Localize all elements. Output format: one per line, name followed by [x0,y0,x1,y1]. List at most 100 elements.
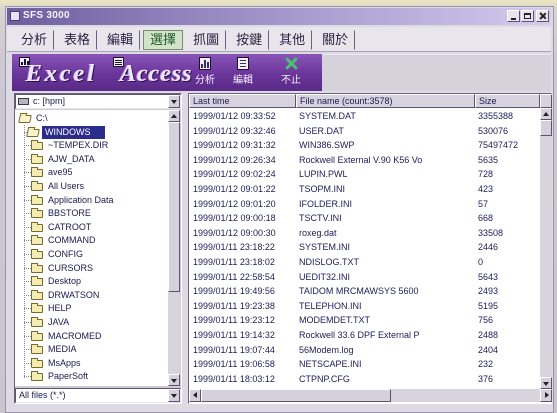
tree-item-label: MsApps [48,357,81,368]
tree-item[interactable]: PaperSoft [15,370,165,383]
tab-select[interactable]: 選擇 [143,30,184,50]
tree-item[interactable]: All Users [15,180,165,193]
file-row[interactable]: 1999/01/11 22:58:54 UEDIT32.INI 5643 [189,270,540,284]
file-filter-select[interactable]: All files (*.*) [15,388,181,403]
access-logo-button[interactable]: Access [120,61,193,87]
column-header-size[interactable]: Size [475,94,540,108]
drive-select[interactable]: c: [hpm] [15,94,181,109]
list-horizontal-scrollbar[interactable] [189,389,552,402]
folder-open-icon [26,128,40,137]
scroll-up-button[interactable] [540,108,552,120]
file-name: SYSTEM.DAT [299,111,356,121]
filter-dropdown-button[interactable] [168,389,180,402]
title-bar[interactable] [7,8,551,25]
scroll-right-button[interactable] [540,389,552,402]
file-row[interactable]: 1999/01/11 19:06:58 NETSCAPE.INI 232 [189,357,540,371]
column-header-last-time[interactable]: Last time [189,94,296,108]
file-row[interactable]: 1999/01/11 19:14:32 Rockwell 33.6 DPF Ext… [189,328,540,342]
tree-vertical-scrollbar[interactable] [168,110,180,386]
file-row[interactable]: 1999/01/11 19:07:44 56Modem.log 2404 [189,343,540,357]
file-row[interactable]: 1999/01/12 09:01:22 TSOPM.INI 423 [189,182,540,196]
file-name: 56Modem.log [299,344,354,355]
tree-item[interactable]: ave95 [15,166,165,179]
tree-item[interactable]: HELP [15,302,165,315]
file-row[interactable]: 1999/01/12 09:00:18 TSCTV.INI 668 [189,211,540,225]
file-row[interactable]: 1999/01/11 23:18:22 SYSTEM.INI 2446 [189,240,540,254]
tree-item-label: AJW_DATA [48,153,95,164]
tab-other[interactable]: 其他 [272,30,313,50]
tree-item[interactable]: COMMAND [15,234,165,247]
tree-item-label: Application Data [48,194,114,205]
file-row[interactable]: 1999/01/11 19:23:38 TELEPHON.INI 5195 [189,299,540,313]
tab-analysis[interactable]: 分析 [14,30,55,50]
tab-about[interactable]: 關於 [315,30,356,50]
analyze-button[interactable]: 分析 [190,56,220,90]
tree-item[interactable]: Application Data [15,194,165,207]
folder-icon [31,249,43,259]
file-name: WIN386.SWP [299,140,355,151]
file-last-time: 1999/01/12 09:02:24 [193,169,276,180]
file-row[interactable]: 1999/01/11 23:18:02 NDISLOG.TXT 0 [189,255,540,269]
tree-item[interactable]: MEDIA [15,343,165,356]
scroll-thumb[interactable] [540,120,552,136]
scroll-left-button[interactable] [189,389,201,402]
minimize-button[interactable] [507,10,520,22]
file-row[interactable]: 1999/01/12 09:26:34 Rockwell External V.9… [189,153,540,167]
tree-item[interactable]: BBSTORE [15,207,165,220]
tree-item[interactable]: WINDOWS [15,125,165,139]
scroll-down-button[interactable] [168,374,180,386]
file-row[interactable]: 1999/01/11 19:49:56 TAIDOM MRCMAWSYS 5600… [189,284,540,298]
file-row[interactable]: 1999/01/12 09:02:24 LUPIN.PWL 728 [189,167,540,181]
tree-connector [24,349,31,351]
tree-connector [24,172,31,174]
tree-item[interactable]: CURSORS [15,262,165,275]
list-vertical-scrollbar[interactable] [540,108,552,389]
file-last-time: 1999/01/12 09:26:34 [193,154,276,165]
tree-item-label: MEDIA [48,344,77,355]
tree-item-label: WINDOWS [42,125,105,139]
tree-item[interactable]: CATROOT [15,221,165,234]
tab-capture[interactable]: 抓圖 [186,30,227,50]
scroll-thumb[interactable] [168,122,180,292]
drive-select-value: c: [hpm] [33,96,66,106]
file-list[interactable]: 1999/01/12 09:33:52 SYSTEM.DAT 3355388 1999… [189,109,540,388]
drive-icon [18,98,29,105]
drive-dropdown-button[interactable] [168,95,180,108]
menu-tabs: 分析 表格 編輯 選擇 抓圖 按鍵 其他 關於 [14,30,358,50]
file-last-time: 1999/01/11 19:23:12 [193,315,275,326]
tab-table[interactable]: 表格 [57,30,98,50]
tab-edit[interactable]: 編輯 [100,30,141,50]
tree-item[interactable]: DRWATSON [15,289,165,302]
tree-item[interactable]: ~TEMPEX.DIR [15,139,165,152]
maximize-button[interactable] [521,10,534,22]
tree-item[interactable]: MACROMED [15,330,165,343]
tree-item[interactable]: MsApps [15,357,165,370]
file-row[interactable]: 1999/01/12 09:01:20 IFOLDER.INI 57 [189,197,540,211]
file-last-time: 1999/01/12 09:00:18 [193,213,276,224]
close-button[interactable] [536,10,549,22]
tree-item[interactable]: C:\ [15,112,165,125]
tree-item[interactable]: AJW_DATA [15,153,165,166]
scroll-up-button[interactable] [168,110,180,122]
tree-item[interactable]: Desktop [15,275,165,288]
file-row[interactable]: 1999/01/12 09:33:52 SYSTEM.DAT 3355388 [189,109,540,123]
file-size: 75497472 [478,140,519,151]
folder-tree[interactable]: C:\ WINDOWS ~TEMPEX.DIR AJW_DATA ave95 All Us… [15,110,168,386]
folder-icon [31,330,43,341]
column-header-file-name[interactable]: File name (count:3578) [296,94,475,108]
file-row[interactable]: 1999/01/11 19:23:12 MODEMDET.TXT 756 [189,313,540,327]
tree-item[interactable]: JAVA [15,316,165,329]
file-row[interactable]: 1999/01/12 09:31:32 WIN386.SWP 75497472 [189,138,540,152]
file-row[interactable]: 1999/01/12 09:00:30 roxeg.dat 33508 [189,226,540,240]
file-row[interactable]: 1999/01/11 18:03:12 CTPNP.CFG 376 [189,372,540,386]
tree-guide-line [24,125,25,378]
file-row[interactable]: 1999/01/12 09:32:46 USER.DAT 530076 [189,124,540,138]
stop-button[interactable]: 不止 [276,56,306,90]
tab-hotkeys[interactable]: 按鍵 [229,30,270,50]
edit-button[interactable]: 編輯 [228,56,258,90]
scroll-down-button[interactable] [540,377,552,389]
scroll-thumb[interactable] [201,389,391,402]
app-icon[interactable] [10,11,20,21]
excel-logo-button[interactable]: Excel [26,61,97,87]
tree-item[interactable]: CONFIG [15,248,165,261]
